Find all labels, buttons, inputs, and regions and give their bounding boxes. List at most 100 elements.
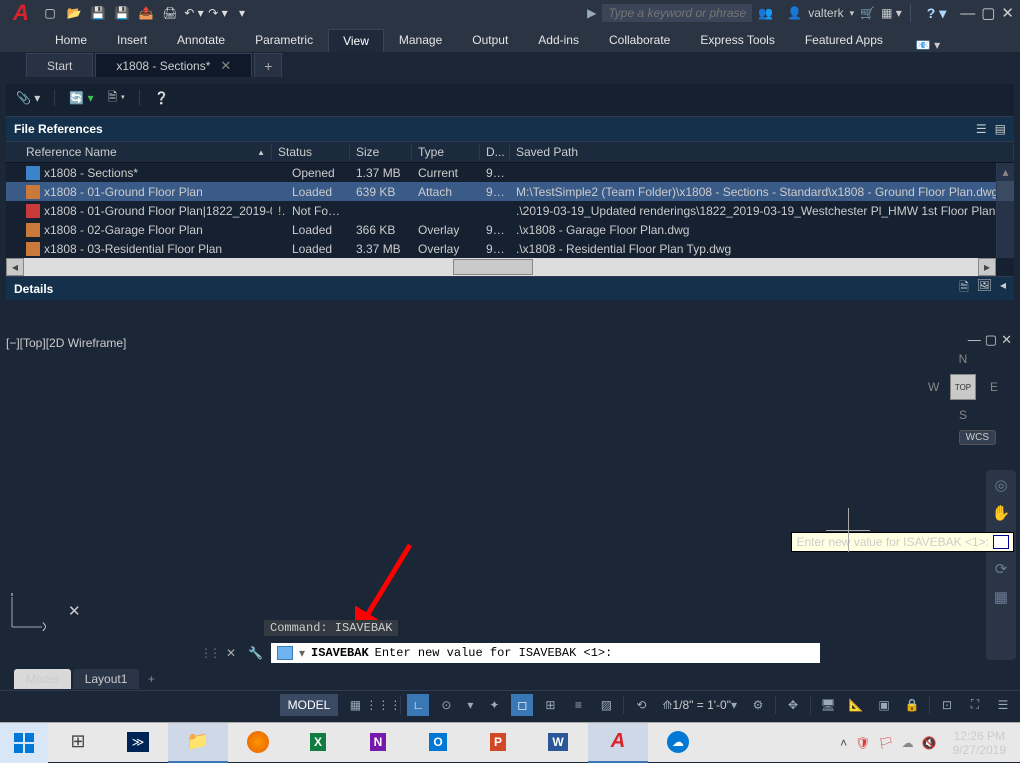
table-row[interactable]: x1808 - 02-Garage Floor Plan Loaded 366 … xyxy=(6,220,1014,239)
account-button[interactable]: 👤 valterk ▾ xyxy=(787,6,854,20)
undo-icon[interactable]: ↶ ▾ xyxy=(184,3,204,23)
viewcube-w[interactable]: W xyxy=(928,380,939,394)
status-cycle-icon[interactable]: ⟲ xyxy=(630,694,652,716)
status-lineweight-icon[interactable]: ≡ xyxy=(567,694,589,716)
taskbar-powershell[interactable]: ≫ xyxy=(108,723,168,763)
col-saved-path[interactable]: Saved Path xyxy=(510,145,1014,159)
viewcube[interactable]: N S W E TOP xyxy=(928,352,998,422)
help-icon[interactable]: ? ▾ xyxy=(927,5,946,22)
status-cleanscreen-icon[interactable]: ⛶ xyxy=(964,694,986,716)
layout-tab-new[interactable]: + xyxy=(141,669,161,689)
app-logo[interactable]: A xyxy=(6,0,36,26)
details-header[interactable]: Details 🗎 🖼 ◂ xyxy=(6,276,1014,300)
col-status[interactable]: Status xyxy=(272,145,350,159)
doctab-x1808[interactable]: x1808 - Sections* ✕ xyxy=(95,53,252,77)
saveweb-icon[interactable]: 📤 xyxy=(136,3,156,23)
cmdline-customize-icon[interactable]: 🔧 xyxy=(248,646,263,660)
col-reference-name[interactable]: Reference Name▲ xyxy=(20,145,272,159)
details-icon1[interactable]: 🗎 xyxy=(959,278,969,299)
wcs-badge[interactable]: WCS xyxy=(959,430,996,445)
cart-icon[interactable]: 🛒 xyxy=(860,6,875,20)
tray-speaker-icon[interactable]: 🔇 xyxy=(922,736,937,750)
tree-view-icon[interactable]: ▤ xyxy=(995,122,1006,136)
status-osnap-icon[interactable]: ✦ xyxy=(483,694,505,716)
tray-flag-icon[interactable]: 🏳 xyxy=(878,736,893,750)
nav-wheel-icon[interactable]: ◎ xyxy=(994,476,1007,494)
table-row[interactable]: x1808 - 01-Ground Floor Plan Loaded 639 … xyxy=(6,182,1014,201)
maximize-icon[interactable]: ▢ xyxy=(981,4,995,22)
details-icon2[interactable]: 🖼 xyxy=(977,278,992,299)
taskbar-explorer[interactable]: 📁 xyxy=(168,723,228,763)
tray-shield-icon[interactable]: 🛡 xyxy=(855,736,870,750)
drawing-viewport[interactable]: [−][Top][2D Wireframe] ― ▢ ✕ N S W E TOP… xyxy=(0,330,1020,668)
tab-addins[interactable]: Add-ins xyxy=(523,28,594,52)
status-grid-icon[interactable]: ▦ xyxy=(344,694,366,716)
save-icon[interactable]: 💾 xyxy=(88,3,108,23)
vertical-scrollbar[interactable]: ▴ xyxy=(996,163,1014,258)
tab-output[interactable]: Output xyxy=(457,28,523,52)
taskbar-autocad[interactable]: A xyxy=(588,723,648,763)
details-collapse-icon[interactable]: ◂ xyxy=(1000,278,1006,299)
nav-orbit-icon[interactable]: ⟳ xyxy=(995,560,1008,578)
taskbar-word[interactable]: W xyxy=(528,723,588,763)
minimize-icon[interactable]: ― xyxy=(960,5,975,22)
ucs-close-icon[interactable]: ✕ xyxy=(68,602,81,620)
command-line[interactable]: ⋮⋮ ✕ 🔧 ▾ ISAVEBAK Enter new value for IS… xyxy=(200,642,820,664)
taskbar-outlook[interactable]: O xyxy=(408,723,468,763)
status-isodraft-icon[interactable]: ▾ xyxy=(463,694,477,716)
viewcube-e[interactable]: E xyxy=(990,380,998,394)
app-dropdown-icon[interactable]: ▦ ▾ xyxy=(881,6,902,20)
tray-cloud-icon[interactable]: ☁ xyxy=(902,736,914,750)
tab-view[interactable]: View xyxy=(328,29,384,52)
vp-close-icon[interactable]: ✕ xyxy=(1001,332,1012,348)
taskbar-taskview[interactable]: ⊞ xyxy=(48,723,108,763)
status-gear-icon[interactable]: ⚙ xyxy=(747,694,769,716)
taskbar-powerpoint[interactable]: P xyxy=(468,723,528,763)
tab-expresstools[interactable]: Express Tools xyxy=(685,28,789,52)
status-quickprops-icon[interactable]: ▣ xyxy=(873,694,895,716)
viewcube-s[interactable]: S xyxy=(959,408,967,422)
list-view-icon[interactable]: ☰ xyxy=(976,122,987,136)
attach-icon[interactable]: 📎 ▾ xyxy=(16,91,40,105)
status-customize-icon[interactable]: ☰ xyxy=(992,694,1014,716)
status-hardware-icon[interactable]: ⊡ xyxy=(936,694,958,716)
table-row[interactable]: x1808 - Sections* Opened 1.37 MB Current… xyxy=(6,163,1014,182)
doctab-start[interactable]: Start xyxy=(26,53,93,77)
tooltip-input[interactable] xyxy=(993,535,1009,549)
status-transparency-icon[interactable]: ▨ xyxy=(595,694,617,716)
nav-showmotion-icon[interactable]: ▦ xyxy=(994,588,1008,606)
vp-maximize-icon[interactable]: ▢ xyxy=(985,332,997,348)
col-date[interactable]: D... xyxy=(480,145,510,159)
status-polar-icon[interactable]: ⊙ xyxy=(435,694,457,716)
new-icon[interactable]: ▢ xyxy=(40,3,60,23)
col-size[interactable]: Size xyxy=(350,145,412,159)
start-button[interactable] xyxy=(0,723,48,763)
tab-collaborate[interactable]: Collaborate xyxy=(594,28,685,52)
status-workspace-icon[interactable]: ✥ xyxy=(782,694,804,716)
taskbar-firefox[interactable] xyxy=(228,723,288,763)
layout-tab-layout1[interactable]: Layout1 xyxy=(73,669,140,689)
nav-pan-icon[interactable]: ✋ xyxy=(992,504,1011,522)
tab-featuredapps[interactable]: Featured Apps xyxy=(790,28,898,52)
close-icon[interactable]: ✕ xyxy=(1001,4,1014,22)
view-icon[interactable]: 🗎 ▾ xyxy=(108,88,125,109)
cmdline-grip-icon[interactable]: ⋮⋮ xyxy=(200,646,218,660)
status-snap-icon[interactable]: ⋮⋮⋮ xyxy=(372,694,394,716)
tray-clock[interactable]: 12:26 PM 9/27/2019 xyxy=(945,729,1014,757)
tab-parametric[interactable]: Parametric xyxy=(240,28,328,52)
layout-tab-model[interactable]: Model xyxy=(14,669,71,689)
doctab-new[interactable]: + xyxy=(254,53,282,77)
status-monitor-icon[interactable]: 🖥 xyxy=(817,694,839,716)
refresh-icon[interactable]: 🔄 ▾ xyxy=(69,91,93,105)
status-3dosnap-icon[interactable]: ◻ xyxy=(511,694,533,716)
viewcube-top[interactable]: TOP xyxy=(950,374,976,400)
status-isolate-icon[interactable]: 🔒 xyxy=(901,694,923,716)
system-tray[interactable]: ˄ 🛡 🏳 ☁ 🔇 12:26 PM 9/27/2019 xyxy=(834,729,1020,757)
tab-insert[interactable]: Insert xyxy=(102,28,162,52)
status-model-button[interactable]: MODEL xyxy=(280,694,339,716)
search-play-icon[interactable]: ▶ xyxy=(587,6,596,20)
table-row[interactable]: x1808 - 03-Residential Floor Plan Loaded… xyxy=(6,239,1014,258)
tab-annotate[interactable]: Annotate xyxy=(162,28,240,52)
tray-chevron-icon[interactable]: ˄ xyxy=(840,736,847,750)
tab-home[interactable]: Home xyxy=(40,28,102,52)
